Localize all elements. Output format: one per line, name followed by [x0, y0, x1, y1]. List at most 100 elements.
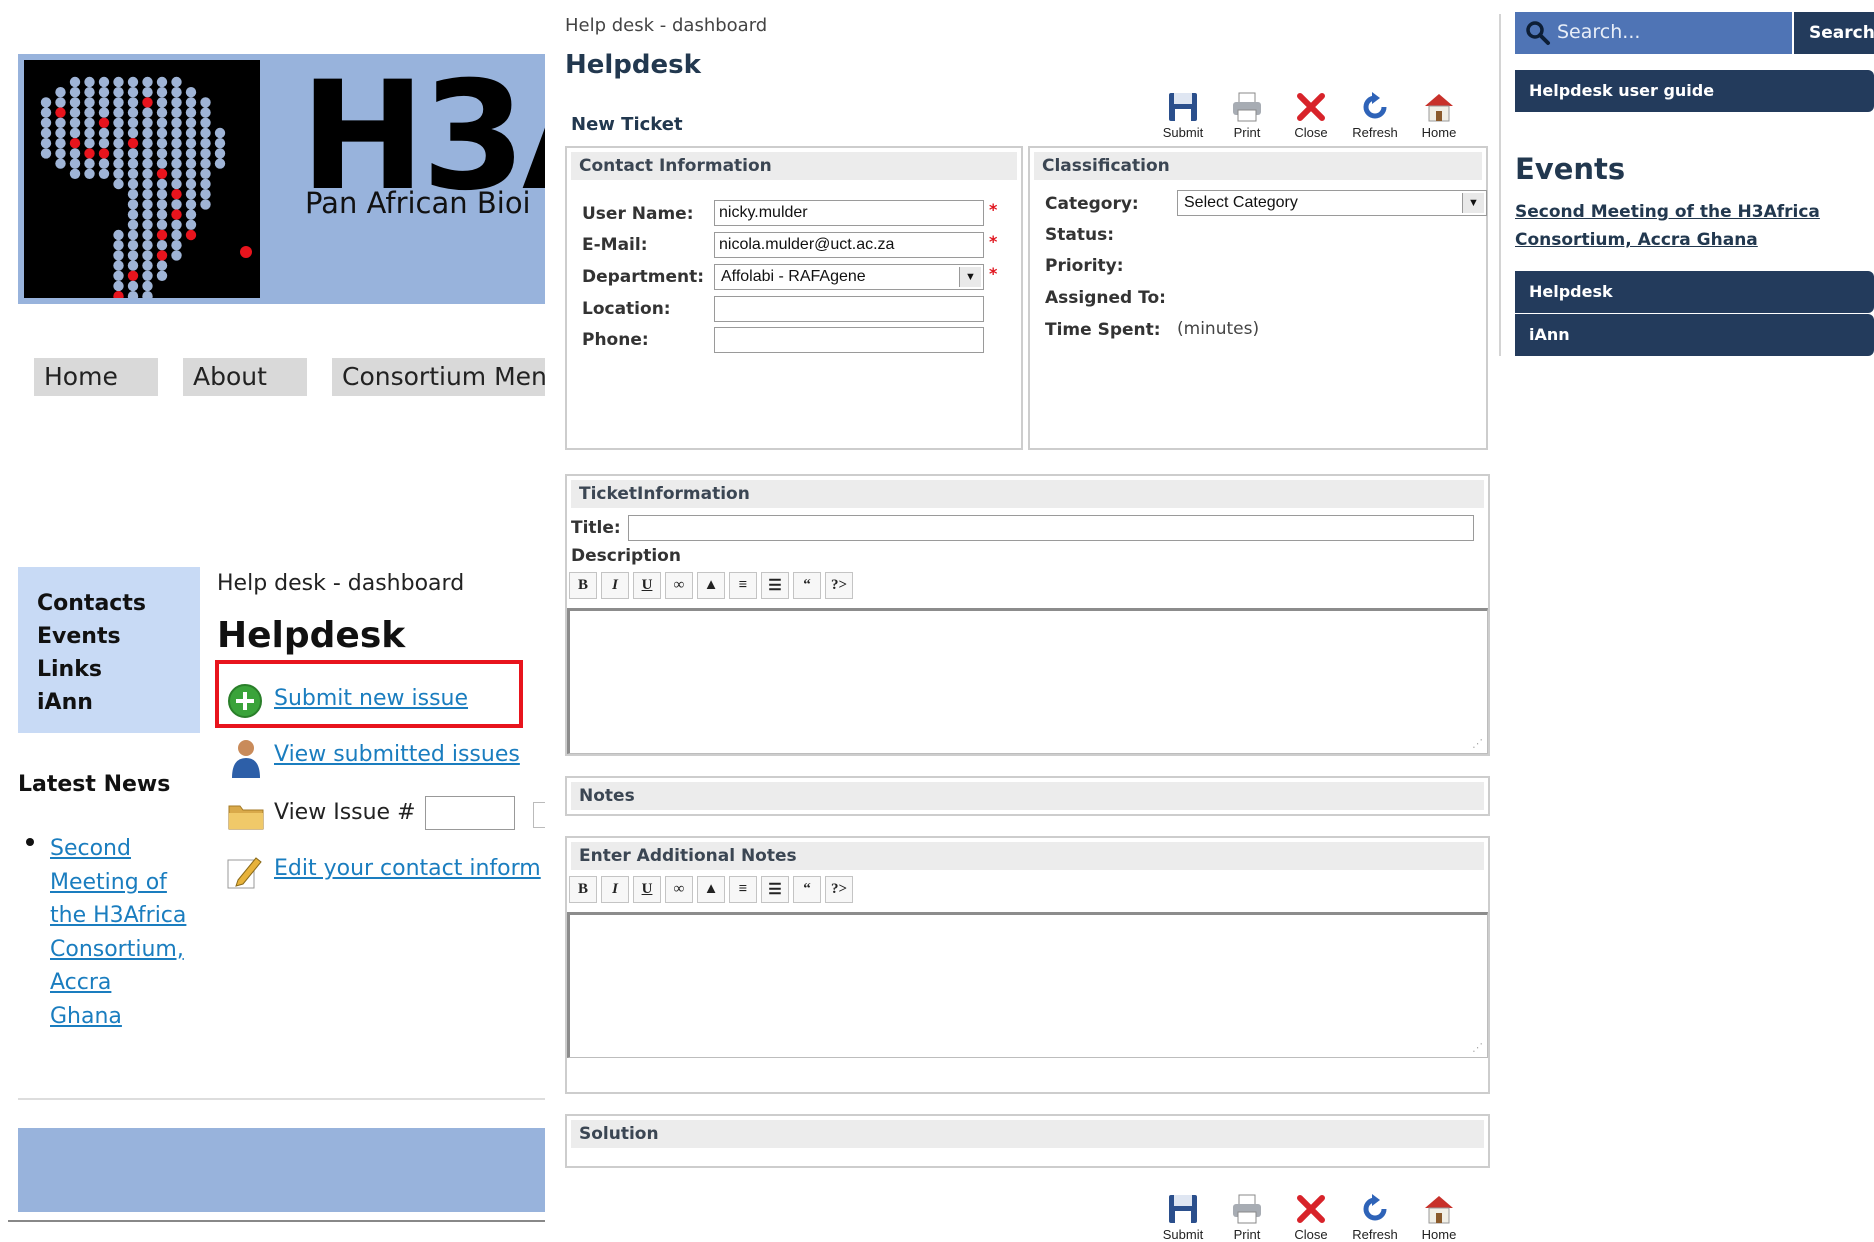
refresh-icon	[1363, 1194, 1387, 1221]
nav-about[interactable]: About	[183, 358, 307, 396]
home-button[interactable]: Home	[1407, 1192, 1471, 1242]
editor-button-5[interactable]: ≡	[729, 876, 757, 903]
issue-number-input[interactable]	[425, 796, 515, 830]
editor-button-7[interactable]: “	[793, 572, 821, 599]
go-button[interactable]	[533, 802, 545, 828]
search-button[interactable]: Search	[1794, 12, 1874, 54]
department-value: Affolabi - RAFAgene	[721, 268, 866, 285]
save-icon	[1169, 1195, 1197, 1223]
location-field[interactable]	[714, 296, 984, 322]
editor-button-5[interactable]: ≡	[729, 572, 757, 599]
notes-editor[interactable]: ⋰	[567, 912, 1488, 1058]
notes-editor-toolbar: B I U ∞ ▲ ≡ ☰ “?>	[569, 876, 853, 903]
helpdesk-form-panel: Help desk - dashboard Helpdesk New Ticke…	[563, 0, 1498, 1242]
refresh-button[interactable]: Refresh	[1343, 90, 1407, 140]
home-button[interactable]: Home	[1407, 90, 1471, 140]
classification-panel: Classification Category: Select Category…	[1028, 146, 1488, 450]
resize-grip-icon[interactable]: ⋰	[1472, 1041, 1483, 1054]
printer-icon	[1233, 1194, 1261, 1224]
search-icon	[1525, 20, 1551, 51]
editor-button-3[interactable]: ∞	[665, 572, 693, 599]
required-marker: *	[989, 200, 998, 219]
time-unit: (minutes)	[1177, 319, 1260, 339]
edit-contact-link[interactable]: Edit your contact inform	[274, 856, 541, 881]
editor-button-1[interactable]: I	[601, 876, 629, 903]
close-button[interactable]: Close	[1279, 90, 1343, 140]
notes-header: Notes	[571, 782, 1484, 810]
sidebar-item-contacts[interactable]: Contacts	[37, 587, 200, 620]
search-input[interactable]: Search...	[1515, 12, 1792, 54]
edit-icon	[226, 854, 264, 894]
ticket-information-header: TicketInformation	[571, 480, 1484, 508]
user-icon	[230, 738, 262, 782]
title-field[interactable]	[628, 515, 1474, 541]
editor-button-6[interactable]: ☰	[761, 876, 789, 903]
search-placeholder: Search...	[1557, 21, 1641, 43]
category-value: Select Category	[1184, 194, 1298, 211]
logo-subtitle: Pan African Bioi	[305, 186, 531, 220]
bullet	[26, 838, 34, 846]
sidebar-item-events[interactable]: Events	[37, 620, 200, 653]
save-icon	[1169, 93, 1197, 121]
additional-notes-header: Enter Additional Notes	[571, 842, 1484, 870]
editor-button-1[interactable]: I	[601, 572, 629, 599]
location-label: Location:	[582, 299, 671, 319]
editor-button-4[interactable]: ▲	[697, 876, 725, 903]
sidebar-item-iann[interactable]: iAnn	[37, 686, 200, 719]
print-button[interactable]: Print	[1215, 90, 1279, 140]
view-issue-label: View Issue #	[274, 800, 416, 825]
chevron-down-icon[interactable]: ▼	[959, 267, 981, 287]
folder-icon	[228, 802, 264, 834]
submit-button[interactable]: Submit	[1151, 1192, 1215, 1242]
nav-consortium[interactable]: Consortium Men	[332, 358, 545, 396]
latest-news-link[interactable]: Second Meeting of the H3Africa Consortiu…	[50, 832, 190, 1033]
add-icon[interactable]	[228, 684, 262, 718]
refresh-button[interactable]: Refresh	[1343, 1192, 1407, 1242]
editor-button-8[interactable]: ?>	[825, 876, 853, 903]
editor-button-4[interactable]: ▲	[697, 572, 725, 599]
status-label: Status:	[1045, 225, 1114, 245]
editor-button-3[interactable]: ∞	[665, 876, 693, 903]
site-banner: H3A Pan African Bioi	[18, 54, 545, 304]
department-select[interactable]: Affolabi - RAFAgene ▼	[714, 264, 984, 290]
editor-button-0[interactable]: B	[569, 572, 597, 599]
submit-new-issue-link[interactable]: Submit new issue	[274, 686, 468, 711]
phone-field[interactable]	[714, 327, 984, 353]
view-submitted-issues-link[interactable]: View submitted issues	[274, 742, 520, 767]
editor-button-0[interactable]: B	[569, 876, 597, 903]
chevron-down-icon[interactable]: ▼	[1462, 193, 1484, 213]
editor-button-2[interactable]: U	[633, 876, 661, 903]
bottom-toolbar: Submit Print Close Refresh Home	[1151, 1192, 1471, 1242]
latest-news-title: Latest News	[18, 772, 171, 797]
new-ticket-heading: New Ticket	[571, 114, 683, 135]
nav-home[interactable]: Home	[34, 358, 158, 396]
editor-button-6[interactable]: ☰	[761, 572, 789, 599]
event-link[interactable]: Second Meeting of the H3Africa Consortiu…	[1515, 198, 1845, 254]
menu-item-helpdesk[interactable]: Helpdesk	[1515, 271, 1874, 313]
assigned-to-label: Assigned To:	[1045, 288, 1166, 308]
close-icon	[1297, 1195, 1325, 1223]
description-label: Description	[571, 546, 681, 566]
editor-button-8[interactable]: ?>	[825, 572, 853, 599]
events-title: Events	[1515, 152, 1626, 186]
user-name-field[interactable]: nicky.mulder	[714, 200, 984, 226]
menu-item-iann[interactable]: iAnn	[1515, 314, 1874, 356]
description-editor[interactable]: ⋰	[567, 608, 1488, 754]
submit-button[interactable]: Submit	[1151, 90, 1215, 140]
helpdesk-user-guide-link[interactable]: Helpdesk user guide	[1515, 70, 1874, 112]
close-icon	[1297, 93, 1325, 121]
category-select[interactable]: Select Category ▼	[1177, 190, 1487, 216]
user-name-label: User Name:	[582, 204, 694, 224]
close-button[interactable]: Close	[1279, 1192, 1343, 1242]
notes-panel: Notes	[565, 776, 1490, 816]
email-field[interactable]: nicola.mulder@uct.ac.za	[714, 232, 984, 258]
contact-information-header: Contact Information	[571, 152, 1017, 180]
top-toolbar: Submit Print Close Refresh Home	[1151, 90, 1471, 140]
editor-button-2[interactable]: U	[633, 572, 661, 599]
editor-button-7[interactable]: “	[793, 876, 821, 903]
sidebar-item-links[interactable]: Links	[37, 653, 200, 686]
print-button[interactable]: Print	[1215, 1192, 1279, 1242]
resize-grip-icon[interactable]: ⋰	[1472, 737, 1483, 750]
phone-label: Phone:	[582, 330, 649, 350]
required-marker: *	[989, 232, 998, 251]
